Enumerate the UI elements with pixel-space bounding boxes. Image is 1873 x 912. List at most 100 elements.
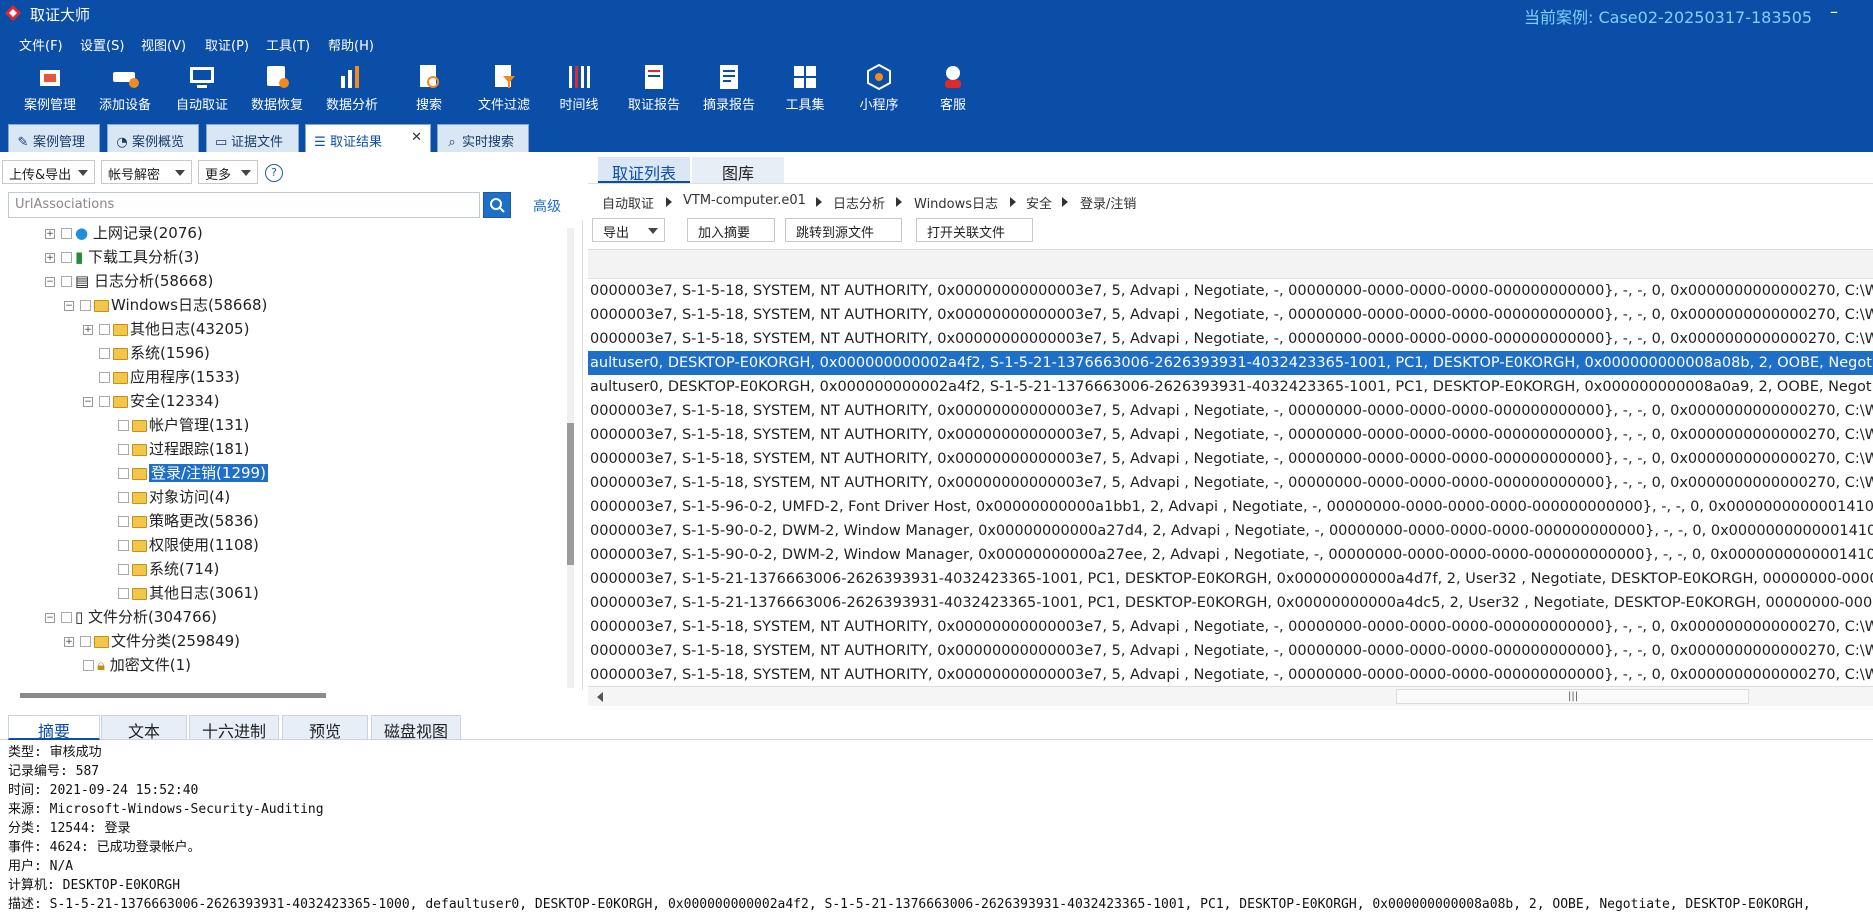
file-filter-button[interactable]: 文件过滤 xyxy=(470,62,538,113)
tree-checkbox[interactable] xyxy=(118,468,129,479)
support-button[interactable]: 客服 xyxy=(919,62,987,113)
tree-checkbox[interactable] xyxy=(80,300,91,311)
breadcrumb-item[interactable]: 安全 xyxy=(1026,193,1052,212)
case-manage-button[interactable]: 案例管理 xyxy=(16,62,84,113)
tab-evidence-files[interactable]: ▭ 证据文件 xyxy=(206,124,299,152)
tree-search-input[interactable]: UrlAssociations xyxy=(8,192,480,218)
table-row[interactable]: 0000003e7, S-1-5-21-1376663006-262639393… xyxy=(588,591,1873,615)
tree-node-logon-logoff[interactable]: 登录/注销(1299) xyxy=(118,462,268,484)
close-icon[interactable]: ✕ xyxy=(411,130,422,145)
menu-settings[interactable]: 设置(S) xyxy=(80,35,124,54)
tree-checkbox[interactable] xyxy=(61,276,72,287)
menu-view[interactable]: 视图(V) xyxy=(141,35,186,54)
tree-checkbox[interactable] xyxy=(99,324,110,335)
tree-checkbox[interactable] xyxy=(118,516,129,527)
tab-summary[interactable]: 摘要 xyxy=(8,715,100,741)
tree-node-system[interactable]: 系统(1596) xyxy=(99,342,210,364)
tab-case-manage[interactable]: ✎ 案例管理 xyxy=(8,124,100,152)
excerpt-report-button[interactable]: 摘录报告 xyxy=(695,62,763,113)
tree-checkbox[interactable] xyxy=(61,252,72,263)
search-button[interactable]: 搜索 xyxy=(395,62,463,113)
upload-export-dropdown[interactable]: 上传&导出 xyxy=(2,160,95,184)
forensics-report-button[interactable]: 取证报告 xyxy=(620,62,688,113)
tree-checkbox[interactable] xyxy=(61,228,72,239)
table-row[interactable]: 0000003e7, S-1-5-18, SYSTEM, NT AUTHORIT… xyxy=(588,615,1873,639)
tree-node-other-logs[interactable]: + 其他日志(43205) xyxy=(83,318,249,340)
table-row[interactable]: 0000003e7, S-1-5-18, SYSTEM, NT AUTHORIT… xyxy=(588,447,1873,471)
miniprogram-button[interactable]: 小程序 xyxy=(845,62,913,113)
breadcrumb-item[interactable]: 自动取证 xyxy=(602,193,654,212)
expand-icon[interactable]: + xyxy=(45,228,55,239)
expand-icon[interactable]: + xyxy=(83,324,93,335)
tree-node-log-analysis[interactable]: − ▤ 日志分析(58668) xyxy=(45,270,213,292)
export-dropdown[interactable]: 导出 xyxy=(592,218,665,242)
table-row[interactable]: 0000003e7, S-1-5-18, SYSTEM, NT AUTHORIT… xyxy=(588,423,1873,447)
table-row[interactable]: 0000003e7, S-1-5-90-0-2, DWM-2, Window M… xyxy=(588,543,1873,567)
grid-horizontal-scrollbar[interactable]: ||| xyxy=(588,686,1873,706)
tab-gallery[interactable]: 图库 xyxy=(692,157,784,183)
tree-checkbox[interactable] xyxy=(118,540,129,551)
tree-horizontal-scrollbar[interactable] xyxy=(20,693,326,698)
table-row[interactable]: 0000003e7, S-1-5-18, SYSTEM, NT AUTHORIT… xyxy=(588,279,1873,303)
tab-case-overview[interactable]: ◔ 案例概览 xyxy=(107,124,199,152)
minimize-button[interactable]: – xyxy=(1830,2,1838,21)
tree-checkbox[interactable] xyxy=(99,396,110,407)
tree-checkbox[interactable] xyxy=(118,444,129,455)
table-row[interactable]: 0000003e7, S-1-5-18, SYSTEM, NT AUTHORIT… xyxy=(588,471,1873,495)
table-row[interactable]: 0000003e7, S-1-5-18, SYSTEM, NT AUTHORIT… xyxy=(588,303,1873,327)
scroll-left-icon[interactable] xyxy=(597,692,603,702)
tree-checkbox[interactable] xyxy=(118,492,129,503)
timeline-button[interactable]: 时间线 xyxy=(545,62,613,113)
table-row[interactable]: 0000003e7, S-1-5-96-0-2, UMFD-2, Font Dr… xyxy=(588,495,1873,519)
data-recovery-button[interactable]: 数据恢复 xyxy=(243,62,311,113)
tree-node-process-tracking[interactable]: 过程跟踪(181) xyxy=(118,438,249,460)
tree-checkbox[interactable] xyxy=(61,612,72,623)
advanced-search-link[interactable]: 高级 xyxy=(533,196,561,216)
table-row[interactable]: 0000003e7, S-1-5-18, SYSTEM, NT AUTHORIT… xyxy=(588,639,1873,663)
tree-checkbox[interactable] xyxy=(99,348,110,359)
breadcrumb-item[interactable]: 登录/注销 xyxy=(1080,193,1136,212)
tree-node-encrypted-files[interactable]: 🔒︎ 加密文件(1) xyxy=(83,654,191,676)
account-decrypt-dropdown[interactable]: 帐号解密 xyxy=(101,160,192,184)
table-row[interactable]: 0000003e7, S-1-5-21-1376663006-262639393… xyxy=(588,567,1873,591)
tree-node-file-classification[interactable]: + 文件分类(259849) xyxy=(64,630,240,652)
tree-node-security[interactable]: − 安全(12334) xyxy=(83,390,219,412)
breadcrumb-item[interactable]: Windows日志 xyxy=(914,193,998,212)
help-icon[interactable]: ? xyxy=(265,164,283,182)
breadcrumb-item[interactable]: VTM-computer.e01 xyxy=(683,193,806,208)
table-row[interactable]: 0000003e7, S-1-5-18, SYSTEM, NT AUTHORIT… xyxy=(588,399,1873,423)
more-dropdown[interactable]: 更多 xyxy=(198,160,258,184)
tree-search-button[interactable] xyxy=(483,192,511,218)
tree-node-object-access[interactable]: 对象访问(4) xyxy=(118,486,230,508)
collapse-icon[interactable]: − xyxy=(45,612,55,623)
table-row[interactable]: 0000003e7, S-1-5-90-0-2, DWM-2, Window M… xyxy=(588,519,1873,543)
tree-checkbox[interactable] xyxy=(118,588,129,599)
collapse-icon[interactable]: − xyxy=(64,300,74,311)
menu-forensics[interactable]: 取证(P) xyxy=(205,35,249,54)
tab-preview[interactable]: 预览 xyxy=(282,715,368,741)
tab-text[interactable]: 文本 xyxy=(101,715,187,741)
menu-tools[interactable]: 工具(T) xyxy=(266,35,310,54)
menu-help[interactable]: 帮助(H) xyxy=(328,35,374,54)
tab-forensics-results[interactable]: ☰ 取证结果 ✕ xyxy=(305,124,431,152)
add-device-button[interactable]: 添加设备 xyxy=(91,62,159,113)
data-analysis-button[interactable]: 数据分析 xyxy=(318,62,386,113)
breadcrumb-item[interactable]: 日志分析 xyxy=(833,193,885,212)
tab-disk-view[interactable]: 磁盘视图 xyxy=(371,715,461,741)
tree-node-system-security[interactable]: 系统(714) xyxy=(118,558,219,580)
tab-forensics-list[interactable]: 取证列表 xyxy=(598,157,690,183)
jump-to-source-button[interactable]: 跳转到源文件 xyxy=(785,218,902,242)
expand-icon[interactable]: + xyxy=(45,252,55,263)
tab-hex[interactable]: 十六进制 xyxy=(189,715,279,741)
expand-icon[interactable]: + xyxy=(64,636,74,647)
tree-checkbox[interactable] xyxy=(118,564,129,575)
table-row[interactable]: aultuser0, DESKTOP-E0KORGH, 0x0000000000… xyxy=(588,375,1873,399)
tree-node-download-tools[interactable]: + ▮ 下载工具分析(3) xyxy=(45,246,199,268)
tree-node-account-management[interactable]: 帐户管理(131) xyxy=(118,414,249,436)
tree-node-file-analysis[interactable]: − ▯ 文件分析(304766) xyxy=(45,606,217,628)
table-row[interactable]: 0000003e7, S-1-5-18, SYSTEM, NT AUTHORIT… xyxy=(588,327,1873,351)
toolset-button[interactable]: 工具集 xyxy=(771,62,839,113)
add-to-summary-button[interactable]: 加入摘要 xyxy=(687,218,775,242)
auto-forensics-button[interactable]: 自动取证 xyxy=(168,62,236,113)
tree-checkbox[interactable] xyxy=(83,660,94,671)
